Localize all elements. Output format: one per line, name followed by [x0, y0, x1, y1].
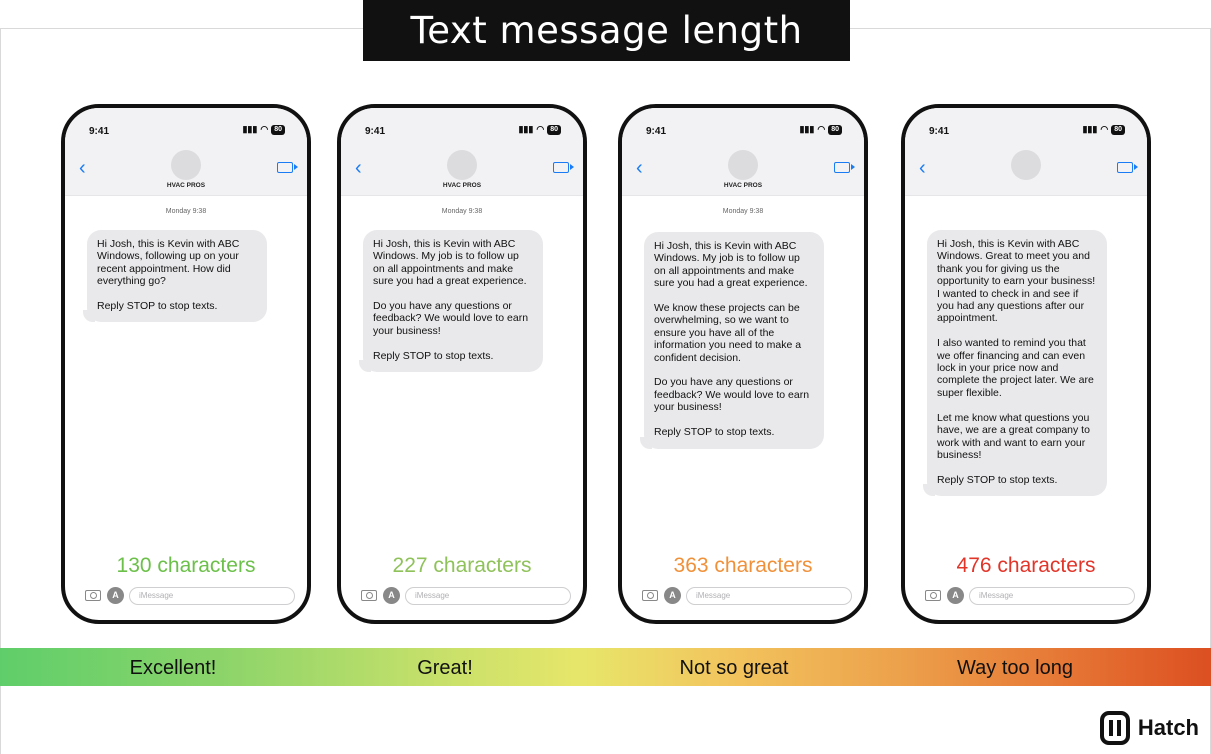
status-time: 9:41: [646, 126, 667, 137]
battery-icon: 80: [547, 124, 561, 135]
message-input[interactable]: iMessage: [129, 587, 295, 605]
phone-mockup-4: 9:41 ▮▮▮ ◠ 80 ‹ Hi Josh, this is Kevin w…: [901, 104, 1151, 624]
status-bar: 9:41 ▮▮▮ ◠ 80: [341, 108, 583, 146]
scale-label-not-so-great: Not so great: [679, 657, 789, 679]
message-timestamp: Monday 9:38: [165, 208, 207, 215]
signal-icon: ▮▮▮: [518, 124, 534, 134]
phone-mockup-2: 9:41 ▮▮▮ ◠ 80 ‹ HVAC PROS Monday 9:38 Hi…: [337, 104, 587, 624]
compose-bar: A iMessage: [905, 584, 1147, 610]
contact-name: HVAC PROS: [442, 182, 482, 189]
contact-name: HVAC PROS: [166, 182, 206, 189]
message-bubble: Hi Josh, this is Kevin with ABC Windows.…: [359, 230, 543, 373]
battery-icon: 80: [1111, 124, 1125, 135]
conversation-header: ‹ HVAC PROS: [622, 146, 864, 196]
battery-icon: 80: [828, 124, 842, 135]
conversation-header: ‹ HVAC PROS: [341, 146, 583, 196]
status-icons: ▮▮▮ ◠ 80: [518, 124, 561, 135]
brand-name: Hatch: [1137, 715, 1199, 740]
status-bar: 9:41 ▮▮▮ ◠ 80: [905, 108, 1147, 146]
video-call-icon[interactable]: [277, 162, 298, 173]
page-title: Text message length: [363, 0, 850, 61]
compose-bar: A iMessage: [622, 584, 864, 610]
message-bubble: Hi Josh, this is Kevin with ABC Windows.…: [640, 232, 824, 449]
compose-bar: A iMessage: [341, 584, 583, 610]
app-store-icon[interactable]: A: [107, 587, 124, 604]
status-time: 9:41: [89, 126, 110, 137]
video-call-icon[interactable]: [834, 162, 855, 173]
scale-label-great: Great!: [417, 657, 473, 679]
message-input[interactable]: iMessage: [686, 587, 852, 605]
message-input[interactable]: iMessage: [405, 587, 571, 605]
character-count: 363 characters: [673, 554, 813, 577]
avatar[interactable]: [171, 150, 201, 180]
status-icons: ▮▮▮ ◠ 80: [799, 124, 842, 135]
signal-icon: ▮▮▮: [799, 124, 815, 134]
status-icons: ▮▮▮ ◠ 80: [1082, 124, 1125, 135]
wifi-icon: ◠: [260, 124, 269, 134]
app-store-icon[interactable]: A: [947, 587, 964, 604]
back-chevron-icon[interactable]: ‹: [355, 158, 362, 178]
character-count: 130 characters: [116, 554, 256, 577]
message-bubble: Hi Josh, this is Kevin with ABC Windows.…: [923, 230, 1107, 497]
back-chevron-icon[interactable]: ‹: [79, 158, 86, 178]
camera-icon[interactable]: [361, 590, 377, 601]
message-timestamp: Monday 9:38: [722, 208, 764, 215]
scale-label-excellent: Excellent!: [129, 657, 217, 679]
avatar[interactable]: [447, 150, 477, 180]
camera-icon[interactable]: [85, 590, 101, 601]
camera-icon[interactable]: [642, 590, 658, 601]
video-call-icon[interactable]: [553, 162, 574, 173]
character-count: 476 characters: [956, 554, 1096, 577]
avatar[interactable]: [728, 150, 758, 180]
message-bubble: Hi Josh, this is Kevin with ABC Windows,…: [83, 230, 267, 323]
camera-icon[interactable]: [925, 590, 941, 601]
video-call-icon[interactable]: [1117, 162, 1138, 173]
compose-bar: A iMessage: [65, 584, 307, 610]
wifi-icon: ◠: [536, 124, 545, 134]
app-store-icon[interactable]: A: [664, 587, 681, 604]
scale-label-way-too-long: Way too long: [957, 657, 1073, 679]
rating-scale-bar: Excellent! Great! Not so great Way too l…: [0, 648, 1211, 686]
hatch-logo-icon: [1099, 711, 1130, 745]
status-time: 9:41: [365, 126, 386, 137]
wifi-icon: ◠: [1100, 124, 1109, 134]
signal-icon: ▮▮▮: [242, 124, 258, 134]
app-store-icon[interactable]: A: [383, 587, 400, 604]
character-count: 227 characters: [392, 554, 532, 577]
status-icons: ▮▮▮ ◠ 80: [242, 124, 285, 135]
signal-icon: ▮▮▮: [1082, 124, 1098, 134]
phone-mockup-1: 9:41 ▮▮▮ ◠ 80 ‹ HVAC PROS Monday 9:38 Hi…: [61, 104, 311, 624]
conversation-header: ‹: [905, 146, 1147, 196]
battery-icon: 80: [271, 124, 285, 135]
status-time: 9:41: [929, 126, 950, 137]
phone-mockup-3: 9:41 ▮▮▮ ◠ 80 ‹ HVAC PROS Monday 9:38 Hi…: [618, 104, 868, 624]
back-chevron-icon[interactable]: ‹: [919, 158, 926, 178]
message-input[interactable]: iMessage: [969, 587, 1135, 605]
status-bar: 9:41 ▮▮▮ ◠ 80: [622, 108, 864, 146]
brand-logo: Hatch: [1099, 711, 1199, 745]
conversation-header: ‹ HVAC PROS: [65, 146, 307, 196]
back-chevron-icon[interactable]: ‹: [636, 158, 643, 178]
wifi-icon: ◠: [817, 124, 826, 134]
message-timestamp: Monday 9:38: [441, 208, 483, 215]
status-bar: 9:41 ▮▮▮ ◠ 80: [65, 108, 307, 146]
contact-name: HVAC PROS: [723, 182, 763, 189]
avatar[interactable]: [1011, 150, 1041, 180]
